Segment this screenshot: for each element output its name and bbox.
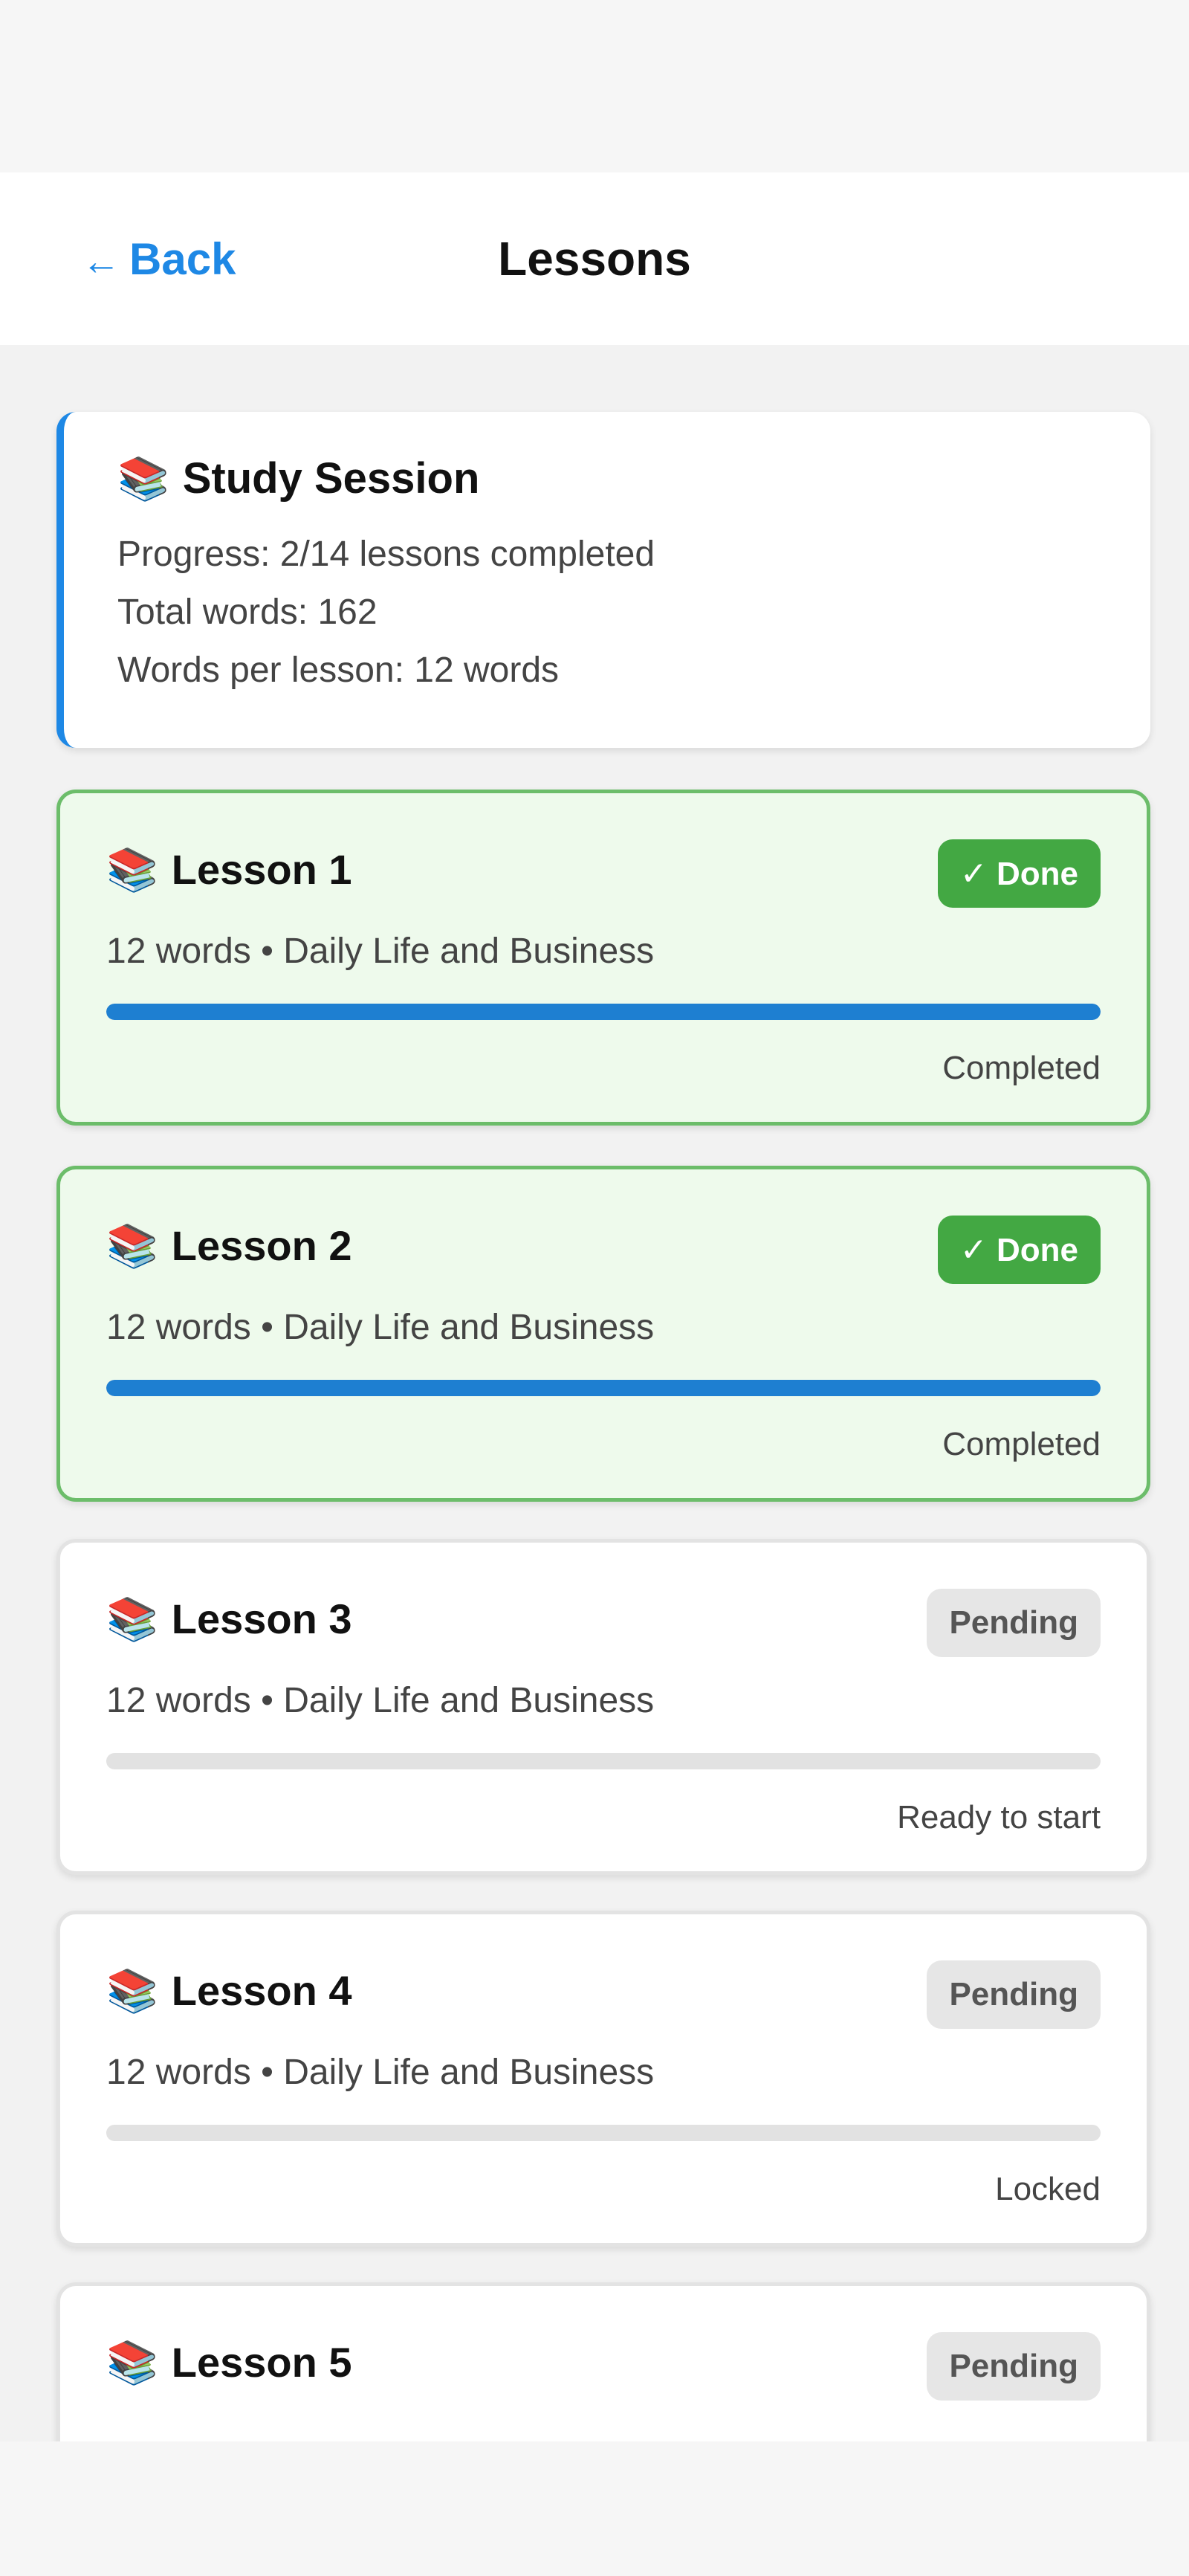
lesson-card-2[interactable]: 📚 Lesson 2 ✓ Done 12 words • Daily Life … bbox=[56, 1166, 1150, 1502]
study-session-card: 📚 Study Session Progress: 2/14 lessons c… bbox=[56, 412, 1150, 748]
lesson-card-5[interactable]: 📚 Lesson 5 Pending bbox=[56, 2282, 1150, 2441]
progress-bar bbox=[106, 1753, 1101, 1769]
back-arrow-icon: ← bbox=[82, 240, 120, 283]
progress-text: Progress: 2/14 lessons completed bbox=[117, 535, 655, 574]
status-badge: ✓ Done bbox=[937, 1216, 1101, 1284]
lesson-heading: 📚 Lesson 2 bbox=[106, 1221, 352, 1270]
lesson-status: Ready to start bbox=[897, 1799, 1101, 1836]
status-badge: Pending bbox=[927, 2332, 1101, 2401]
status-badge: Pending bbox=[927, 1589, 1101, 1657]
progress-bar bbox=[106, 2125, 1101, 2141]
lesson-status: Completed bbox=[942, 1050, 1101, 1086]
lesson-title: Lesson 1 bbox=[171, 846, 352, 893]
books-icon: 📚 bbox=[106, 2338, 158, 2386]
lesson-list-scroll-area[interactable]: 📚 Study Session Progress: 2/14 lessons c… bbox=[0, 345, 1189, 2441]
books-icon: 📚 bbox=[106, 1221, 158, 1269]
lesson-meta: 12 words • Daily Life and Business bbox=[106, 932, 655, 971]
progress-fill bbox=[106, 1380, 1101, 1396]
lesson-meta: 12 words • Daily Life and Business bbox=[106, 1681, 655, 1720]
books-icon: 📚 bbox=[106, 1595, 158, 1642]
lesson-card-3[interactable]: 📚 Lesson 3 Pending 12 words • Daily Life… bbox=[56, 1539, 1150, 1875]
lesson-meta: 12 words • Daily Life and Business bbox=[106, 2053, 655, 2092]
lesson-title: Lesson 4 bbox=[171, 1967, 352, 2014]
study-session-title: Study Session bbox=[182, 454, 480, 503]
books-icon: 📚 bbox=[106, 1966, 158, 2014]
lesson-heading: 📚 Lesson 1 bbox=[106, 845, 352, 894]
progress-bar bbox=[106, 1380, 1101, 1396]
top-spacer bbox=[0, 0, 1189, 172]
back-label: Back bbox=[129, 233, 236, 284]
progress-fill bbox=[106, 1004, 1101, 1020]
lesson-title: Lesson 2 bbox=[171, 1222, 352, 1269]
progress-bar bbox=[106, 1004, 1101, 1020]
lesson-meta: 12 words • Daily Life and Business bbox=[106, 1308, 655, 1347]
lesson-status: Completed bbox=[942, 1426, 1101, 1462]
app-header: ← Back Lessons bbox=[0, 172, 1189, 345]
bottom-spacer bbox=[0, 2441, 1189, 2576]
back-button[interactable]: ← Back bbox=[82, 172, 236, 345]
lesson-heading: 📚 Lesson 4 bbox=[106, 1966, 352, 2015]
words-per-lesson-text: Words per lesson: 12 words bbox=[117, 651, 560, 690]
lesson-heading: 📚 Lesson 3 bbox=[106, 1595, 352, 1643]
lesson-status: Locked bbox=[995, 2171, 1101, 2207]
lesson-title: Lesson 5 bbox=[171, 2339, 352, 2386]
lesson-card-4[interactable]: 📚 Lesson 4 Pending 12 words • Daily Life… bbox=[56, 1911, 1150, 2247]
status-badge: Pending bbox=[927, 1960, 1101, 2029]
books-icon: 📚 bbox=[106, 845, 158, 893]
lesson-title: Lesson 3 bbox=[171, 1595, 352, 1642]
status-badge: ✓ Done bbox=[937, 839, 1101, 908]
books-icon: 📚 bbox=[117, 454, 169, 502]
lesson-heading: 📚 Lesson 5 bbox=[106, 2338, 352, 2386]
total-words-text: Total words: 162 bbox=[117, 593, 378, 632]
study-session-heading: 📚 Study Session bbox=[117, 453, 1150, 503]
lesson-card-1[interactable]: 📚 Lesson 1 ✓ Done 12 words • Daily Life … bbox=[56, 790, 1150, 1126]
